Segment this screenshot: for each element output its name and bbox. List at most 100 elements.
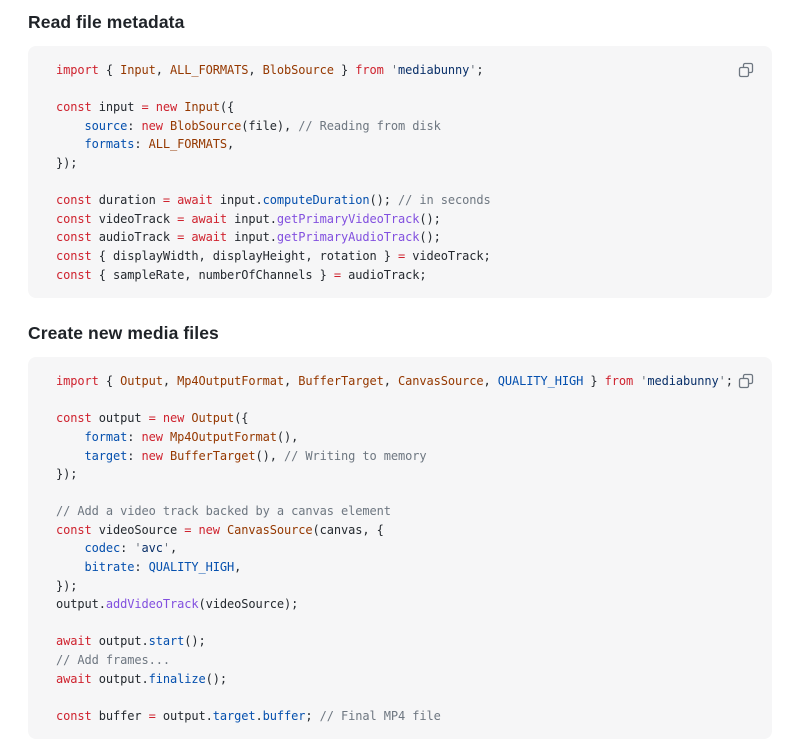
- code-token: target: [213, 709, 256, 723]
- code-token: (),: [256, 449, 285, 463]
- code-token: ();: [184, 634, 205, 648]
- code-token: ,: [248, 63, 262, 77]
- code-token: =: [334, 268, 341, 282]
- code-line: const buffer = output.target.buffer; // …: [56, 707, 758, 726]
- code-line: bitrate: QUALITY_HIGH,: [56, 558, 758, 577]
- code-token: audioTrack: [92, 230, 178, 244]
- code-token: bitrate: [85, 560, 135, 574]
- code-line: [56, 391, 758, 410]
- code-token: { sampleRate, numberOfChannels }: [92, 268, 334, 282]
- code-token: ': [134, 541, 141, 555]
- code-token: new: [142, 119, 163, 133]
- code-token: videoTrack;: [405, 249, 491, 263]
- code-token: new: [199, 523, 220, 537]
- code-token: audioTrack;: [341, 268, 427, 282]
- code-line: [56, 173, 758, 192]
- code-line: const audioTrack = await input.getPrimar…: [56, 228, 758, 247]
- code-token: const: [56, 268, 92, 282]
- code-line: const input = new Input({: [56, 98, 758, 117]
- code-token: [156, 411, 163, 425]
- code-token: {: [99, 63, 120, 77]
- code-line: await output.start();: [56, 632, 758, 651]
- code-token: duration: [92, 193, 163, 207]
- code-token: :: [120, 541, 134, 555]
- code-token: buffer: [92, 709, 149, 723]
- code-token: // Writing to memory: [284, 449, 427, 463]
- code-token: =: [163, 193, 170, 207]
- code-token: ': [391, 63, 398, 77]
- code-token: [163, 119, 170, 133]
- code-token: =: [142, 100, 149, 114]
- code-line: import { Input, ALL_FORMATS, BlobSource …: [56, 61, 758, 80]
- code-line: // Add frames...: [56, 651, 758, 670]
- section-read-file-metadata: Read file metadata import { Input, ALL_F…: [28, 12, 772, 298]
- code-token: ': [719, 374, 726, 388]
- code-line: formats: ALL_FORMATS,: [56, 135, 758, 154]
- code-token: (file),: [241, 119, 298, 133]
- code-line: [56, 80, 758, 99]
- code-token: ();: [370, 193, 399, 207]
- code-token: // in seconds: [398, 193, 491, 207]
- code-token: // Add frames...: [56, 653, 170, 667]
- code-line: codec: 'avc',: [56, 539, 758, 558]
- code-token: [56, 137, 85, 151]
- code-token: await: [191, 212, 227, 226]
- code-line: });: [56, 577, 758, 596]
- code-token: const: [56, 249, 92, 263]
- code-token: ({: [234, 411, 248, 425]
- code-token: new: [142, 430, 163, 444]
- copy-code-button[interactable]: [733, 57, 759, 83]
- code-token: .: [256, 709, 263, 723]
- code-token: });: [56, 156, 77, 170]
- code-token: addVideoTrack: [106, 597, 199, 611]
- code-token: ;: [305, 709, 319, 723]
- code-token: :: [134, 137, 148, 151]
- code-token: await: [177, 193, 213, 207]
- code-token: Output: [191, 411, 234, 425]
- code-token: const: [56, 100, 92, 114]
- copy-code-button[interactable]: [733, 368, 759, 394]
- code-token: videoSource: [92, 523, 185, 537]
- code-token: ();: [419, 230, 440, 244]
- code-token: getPrimaryVideoTrack: [277, 212, 420, 226]
- code-token: }: [583, 374, 604, 388]
- code-token: ALL_FORMATS: [149, 137, 227, 151]
- code-token: BufferTarget: [298, 374, 384, 388]
- code-line: [56, 484, 758, 503]
- code-token: new: [142, 449, 163, 463]
- code-token: [56, 430, 85, 444]
- code-line: format: new Mp4OutputFormat(),: [56, 428, 758, 447]
- code-token: codec: [85, 541, 121, 555]
- code-token: import: [56, 374, 99, 388]
- code-line: [56, 614, 758, 633]
- code-token: (canvas, {: [313, 523, 384, 537]
- code-line: });: [56, 465, 758, 484]
- code-content: import { Input, ALL_FORMATS, BlobSource …: [56, 61, 758, 284]
- code-token: output: [92, 411, 149, 425]
- copy-icon: [737, 372, 755, 390]
- code-line: const duration = await input.computeDura…: [56, 191, 758, 210]
- section-heading-create-new-media-files: Create new media files: [28, 323, 772, 344]
- code-token: ALL_FORMATS: [170, 63, 248, 77]
- code-token: ;: [476, 63, 483, 77]
- code-token: [384, 63, 391, 77]
- code-token: BlobSource: [170, 119, 241, 133]
- code-line: const videoTrack = await input.getPrimar…: [56, 210, 758, 229]
- code-token: ,: [227, 137, 234, 151]
- code-token: // Reading from disk: [298, 119, 441, 133]
- code-line: source: new BlobSource(file), // Reading…: [56, 117, 758, 136]
- code-token: await: [191, 230, 227, 244]
- code-token: Output: [120, 374, 163, 388]
- code-token: input.: [227, 230, 277, 244]
- code-token: :: [127, 449, 141, 463]
- code-token: :: [127, 430, 141, 444]
- code-token: getPrimaryAudioTrack: [277, 230, 420, 244]
- code-token: :: [127, 119, 141, 133]
- code-token: new: [163, 411, 184, 425]
- code-token: const: [56, 230, 92, 244]
- code-token: // Add a video track backed by a canvas …: [56, 504, 391, 518]
- code-line: // Add a video track backed by a canvas …: [56, 502, 758, 521]
- code-content: import { Output, Mp4OutputFormat, Buffer…: [56, 372, 758, 725]
- copy-icon: [737, 61, 755, 79]
- code-token: ,: [284, 374, 298, 388]
